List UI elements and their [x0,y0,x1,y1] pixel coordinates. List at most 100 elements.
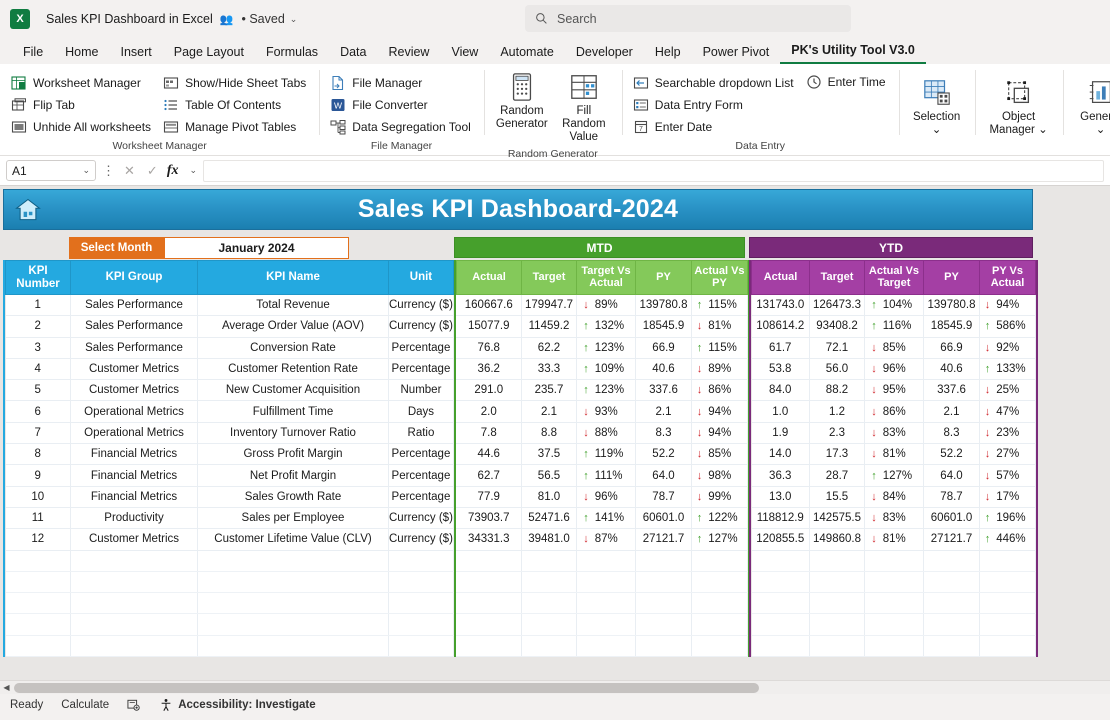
ribbon-tab-view[interactable]: View [440,43,489,64]
cell-empty [456,571,522,594]
ribbon-group-object-manager: Object Manager ⌄ [974,64,1063,155]
cell-ytd-actual: 14.0 [751,443,810,466]
cell-ytd-target: 126473.3 [809,294,865,317]
cell-unit: Percentage [388,486,454,508]
percent-value: 83% [882,426,906,439]
ribbon-tab-power-pivot[interactable]: Power Pivot [692,43,781,64]
save-state-chevron-down-icon[interactable]: ⌄ [290,14,298,25]
cell-kpi-name: Inventory Turnover Ratio [197,422,389,445]
ribbon-group-general: General ⌄ [1062,64,1110,155]
column-header-mtd-target-vs-actual: Target Vs Actual [576,260,636,295]
search-input[interactable]: Search [525,5,851,32]
status-calculate[interactable]: Calculate [61,699,109,711]
worksheet-manager-button[interactable]: Worksheet Manager [8,73,156,93]
arrow-down-icon: ↓ [871,426,877,439]
show-hide-sheet-tabs-button[interactable]: Show/Hide Sheet Tabs [160,73,311,93]
unhide-all-worksheets-button[interactable]: Unhide All worksheets [8,117,156,137]
file-manager-button[interactable]: File Manager [327,73,476,93]
save-state-label[interactable]: • Saved [241,12,284,26]
enter-time-button[interactable]: Enter Time [803,72,891,92]
percent-value: 111% [594,469,623,482]
status-ready: Ready [10,699,44,711]
cell-empty [691,550,748,572]
ribbon-tab-pk-s-utility-tool-v3-0[interactable]: PK's Utility Tool V3.0 [780,41,926,64]
accessibility-icon [161,699,171,711]
manage-pivot-tables-button[interactable]: Manage Pivot Tables [160,117,311,137]
ribbon-tab-page-layout[interactable]: Page Layout [163,43,255,64]
record-macro-icon[interactable] [127,699,141,712]
insert-function-icon[interactable]: fx [167,163,179,179]
cell-empty [809,592,865,615]
ribbon-tab-file[interactable]: File [12,43,54,64]
data-segregation-tool-button[interactable]: Data Segregation Tool [327,117,476,137]
ribbon-tab-data[interactable]: Data [329,43,377,64]
enter-date-label: Enter Date [654,119,713,134]
horizontal-scrollbar[interactable]: ◀ [0,680,1110,694]
cell-kpi-group: Productivity [70,507,198,530]
cell-empty [388,635,454,658]
formula-input[interactable] [203,159,1104,182]
scrollbar-thumb[interactable] [14,683,759,693]
arrow-down-icon: ↓ [871,512,877,525]
arrow-up-icon: ↑ [871,469,877,482]
name-box[interactable]: A1 ⌄ [6,160,96,181]
select-month-value[interactable]: January 2024 [164,237,349,259]
cell-ytd-py: 18545.9 [923,315,980,338]
cell-kpi-name: Conversion Rate [197,337,389,359]
cell-percent: ↑ 104% [864,294,924,317]
selection-tool-button[interactable]: Selection ⌄ [907,75,967,140]
name-box-chevron-down-icon[interactable]: ⌄ [82,165,90,176]
confirm-entry-icon[interactable]: ✓ [144,163,161,179]
ribbon-tab-review[interactable]: Review [377,43,440,64]
ribbon-tab-insert[interactable]: Insert [110,43,163,64]
ribbon-tab-developer[interactable]: Developer [565,43,644,64]
cell-ytd-actual: 1.0 [751,400,810,423]
calendar-icon: 7 [634,120,647,133]
cell-kpi-number: 2 [5,315,71,338]
searchable-dropdown-list-button[interactable]: Searchable dropdown List [630,73,799,93]
cell-ytd-actual: 108614.2 [751,315,810,338]
ribbon-tab-formulas[interactable]: Formulas [255,43,329,64]
cell-kpi-name: Customer Lifetime Value (CLV) [197,528,389,551]
shared-people-icon[interactable]: 👥 [220,13,234,26]
cell-kpi-name: Customer Retention Rate [197,358,389,381]
cell-percent: ↓ 88% [576,422,636,445]
arrow-up-icon: ↑ [583,384,589,397]
flip-tab-button[interactable]: Flip Tab [8,95,156,115]
general-chevron-down-icon[interactable]: ⌄ [1096,124,1106,137]
general-tool-button[interactable]: General ⌄ [1071,75,1110,140]
file-converter-button[interactable]: W File Converter [327,95,476,115]
table-row-empty [456,550,748,572]
selection-chevron-down-icon[interactable]: ⌄ [932,124,942,137]
data-form-icon [633,98,648,111]
vertical-dots-icon[interactable]: ⋮ [102,164,115,177]
excel-logo-icon: X [10,9,30,29]
table-of-contents-button[interactable]: Table Of Contents [160,95,311,115]
table-row-empty [751,592,1036,615]
accessibility-status[interactable]: Accessibility: Investigate [159,698,316,712]
arrow-up-icon: ↑ [583,512,589,525]
enter-date-button[interactable]: 7 Enter Date [630,117,799,137]
formula-chevron-down-icon[interactable]: ⌄ [189,165,197,176]
table-row-empty [751,571,1036,594]
home-icon[interactable] [14,196,42,224]
column-header-kpi-unit: Unit [388,260,454,295]
table-row-empty [751,550,1036,572]
cell-mtd-py: 139780.8 [635,294,692,317]
document-title[interactable]: Sales KPI Dashboard in Excel [46,12,213,26]
cancel-entry-icon[interactable]: ✕ [121,163,138,179]
ribbon-tab-help[interactable]: Help [644,43,692,64]
ribbon-tab-automate[interactable]: Automate [489,43,565,64]
select-month-control[interactable]: Select Month January 2024 [69,237,349,259]
arrow-down-icon: ↓ [984,405,991,418]
cell-mtd-py: 40.6 [635,358,692,381]
cell-percent: ↓ 57% [979,464,1036,487]
random-generator-button[interactable]: Random Generator [492,69,552,134]
data-entry-form-button[interactable]: Data Entry Form [630,95,799,115]
object-manager-chevron-down-icon[interactable]: ⌄ [1038,124,1048,136]
fill-random-value-button[interactable]: Fill Random Value [554,69,614,148]
object-manager-button[interactable]: Object Manager ⌄ [983,75,1055,140]
ribbon-tab-home[interactable]: Home [54,43,109,64]
scroll-left-arrow-icon[interactable]: ◀ [0,683,13,692]
kpi-table-mtd-header-row: Actual Target Target Vs Actual PY Actual Vs … [456,260,748,295]
